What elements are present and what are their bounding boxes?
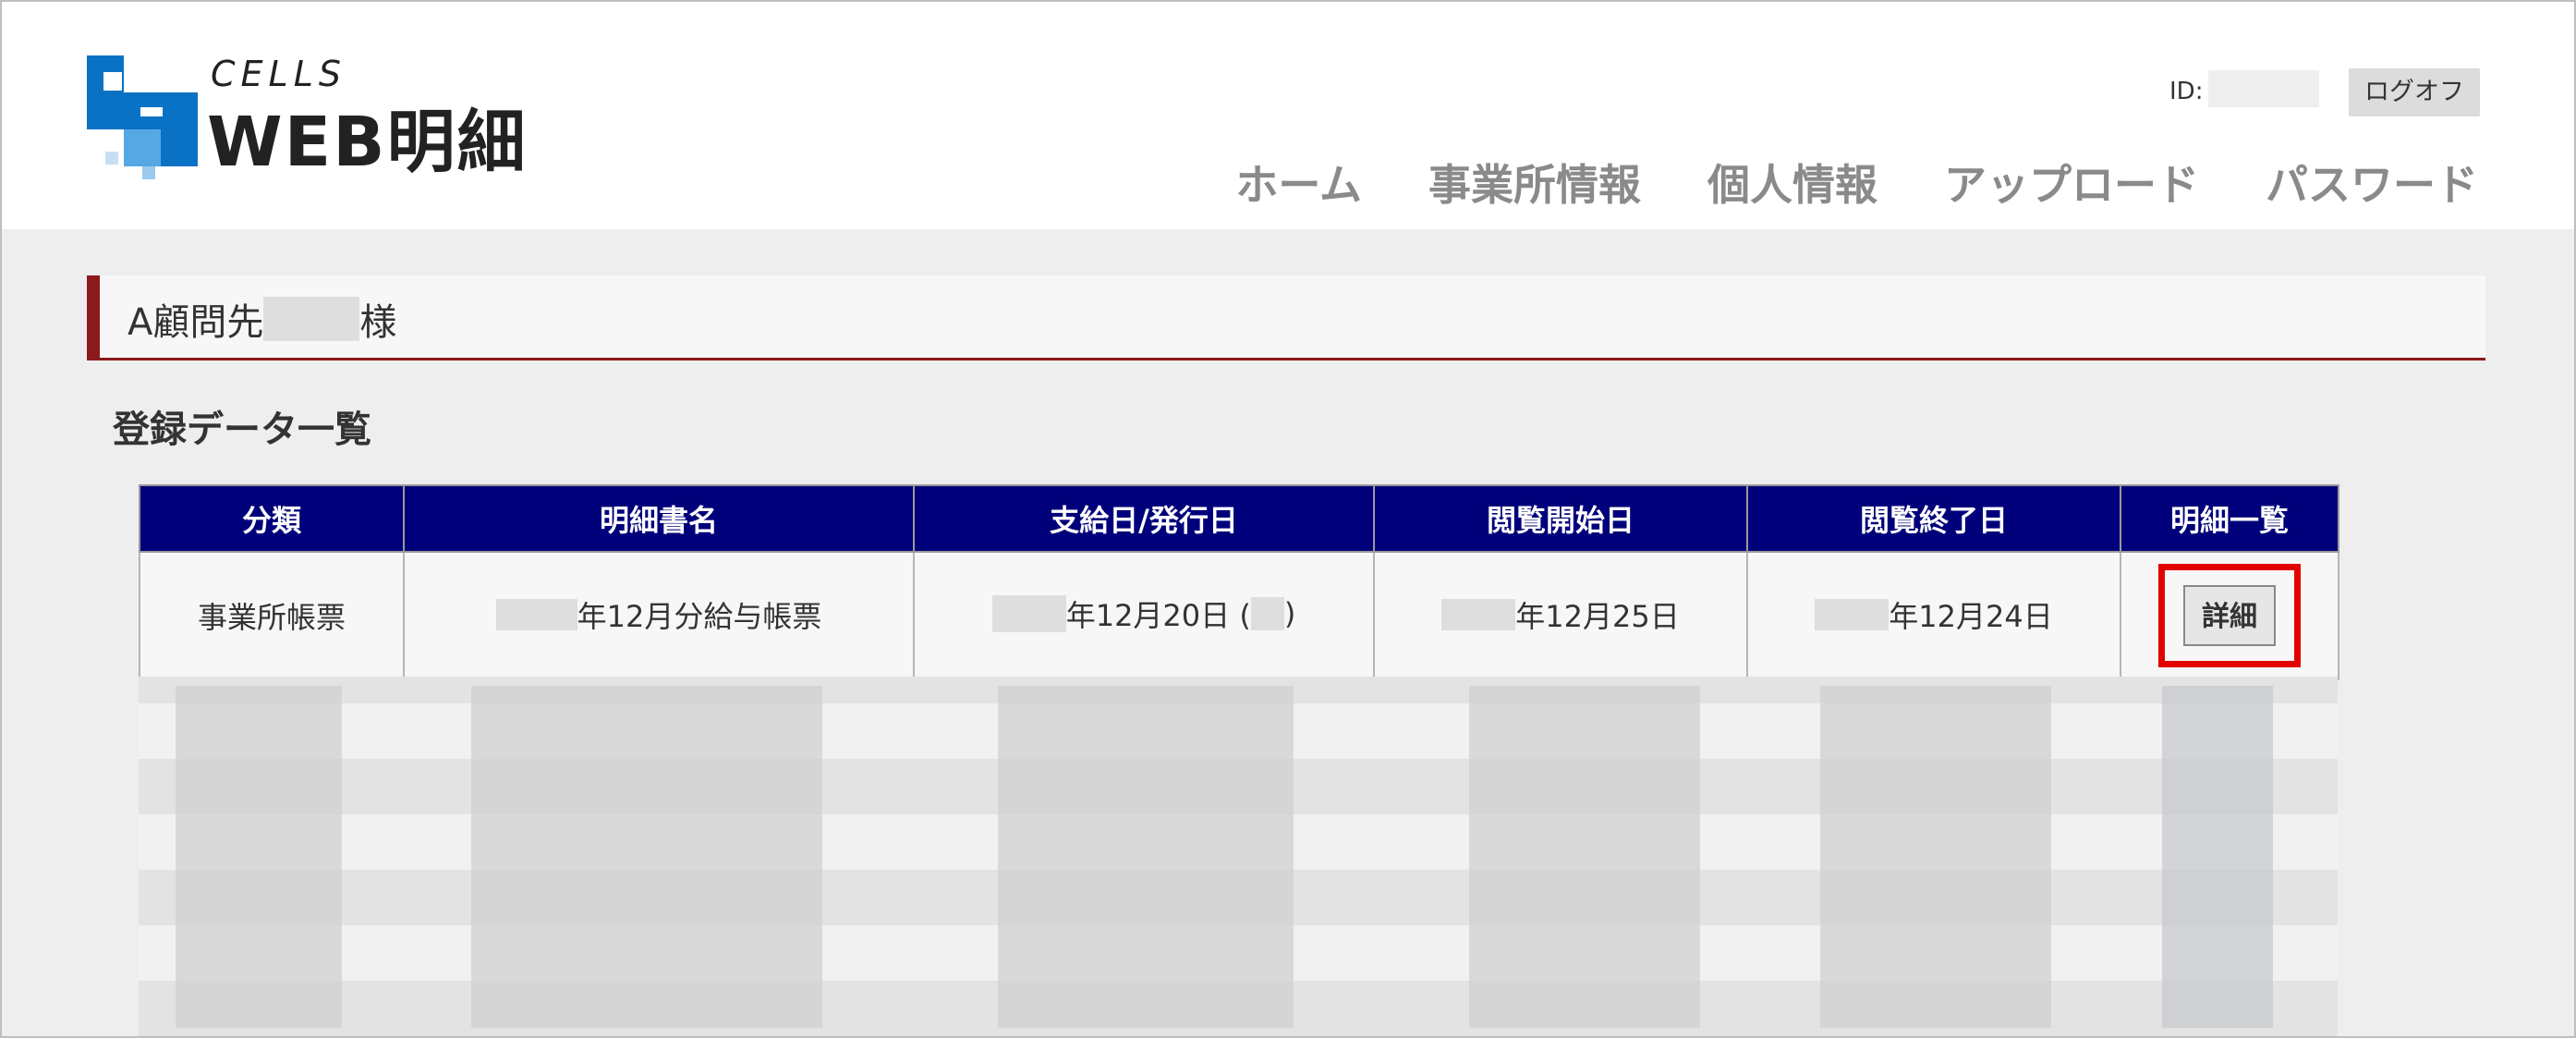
main-content: A顧問先 様 登録データ一覧 分類 明細書名 支給日/発行日 閲覧開始日 閲覧終… xyxy=(2,229,2574,1036)
header-pay-date: 支給日/発行日 xyxy=(913,484,1375,553)
cell-category: 事業所帳票 xyxy=(139,551,405,680)
table-header-row: 分類 明細書名 支給日/発行日 閲覧開始日 閲覧終了日 明細一覧 xyxy=(139,484,2339,553)
logo-main-text: WEB明細 xyxy=(207,103,528,182)
header-doc-name: 明細書名 xyxy=(403,484,915,553)
header-view-end: 閲覧終了日 xyxy=(1746,484,2121,553)
user-id-label: ID: xyxy=(2169,78,2204,105)
client-name: A顧問先 様 xyxy=(128,292,396,346)
detail-button[interactable]: 詳細 xyxy=(2183,585,2276,646)
blur-block xyxy=(2162,686,2273,1028)
browser-frame: CELLS WEB明細 ID: ログオフ ホーム 事業所情報 個人情報 アップロ… xyxy=(0,0,2576,1038)
logoff-button[interactable]: ログオフ xyxy=(2349,68,2480,116)
header-category: 分類 xyxy=(139,484,405,553)
nav-upload[interactable]: アップロード xyxy=(1944,152,2199,213)
client-name-masked xyxy=(263,297,360,341)
nav-personal-info[interactable]: 個人情報 xyxy=(1707,152,1877,213)
nav-office-info[interactable]: 事業所情報 xyxy=(1428,152,1641,213)
pay-date-text: 年12月20日 ( xyxy=(1065,597,1251,633)
view-end-text: 年12月24日 xyxy=(1889,599,2053,634)
detail-highlight-box: 詳細 xyxy=(2158,564,2301,667)
year-masked xyxy=(1441,599,1516,630)
year-masked xyxy=(991,594,1066,632)
blur-block xyxy=(1469,686,1700,1028)
year-masked xyxy=(1815,599,1889,630)
year-masked xyxy=(495,599,577,630)
header-detail-list: 明細一覧 xyxy=(2120,484,2339,553)
doc-name-text: 年12月分給与帳票 xyxy=(577,599,822,634)
cell-view-end: 年12月24日 xyxy=(1746,551,2121,680)
cells-logo-icon xyxy=(87,55,198,179)
nav-home[interactable]: ホーム xyxy=(1235,152,1362,213)
cell-detail: 詳細 xyxy=(2120,551,2339,680)
data-table: 分類 明細書名 支給日/発行日 閲覧開始日 閲覧終了日 明細一覧 事業所帳票 年… xyxy=(139,484,2339,680)
table-row: 事業所帳票 年12月分給与帳票 年12月20日 ( ) 年12月25日 年12月… xyxy=(139,551,2339,680)
nav-password[interactable]: パスワード xyxy=(2266,152,2478,213)
section-title: 登録データ一覧 xyxy=(113,409,371,451)
view-start-text: 年12月25日 xyxy=(1515,599,1680,634)
blur-block xyxy=(998,686,1294,1028)
client-bar: A顧問先 様 xyxy=(87,275,2485,360)
main-nav: ホーム 事業所情報 個人情報 アップロード パスワード xyxy=(1235,152,2478,213)
cell-doc-name: 年12月分給与帳票 xyxy=(403,551,915,680)
blur-block xyxy=(176,686,342,1028)
user-id-masked xyxy=(2208,70,2319,107)
blurred-rows xyxy=(139,677,2338,1036)
cell-view-start: 年12月25日 xyxy=(1373,551,1748,680)
blur-block xyxy=(1820,686,2051,1028)
site-header: CELLS WEB明細 ID: ログオフ ホーム 事業所情報 個人情報 アップロ… xyxy=(2,2,2574,229)
header-view-start: 閲覧開始日 xyxy=(1373,484,1748,553)
client-name-prefix: A顧問先 xyxy=(128,301,264,344)
cell-pay-date: 年12月20日 ( ) xyxy=(913,551,1375,680)
weekday-masked xyxy=(1250,596,1284,630)
client-name-suffix: 様 xyxy=(359,301,397,344)
blur-block xyxy=(471,686,822,1028)
pay-date-close: ) xyxy=(1283,595,1296,631)
